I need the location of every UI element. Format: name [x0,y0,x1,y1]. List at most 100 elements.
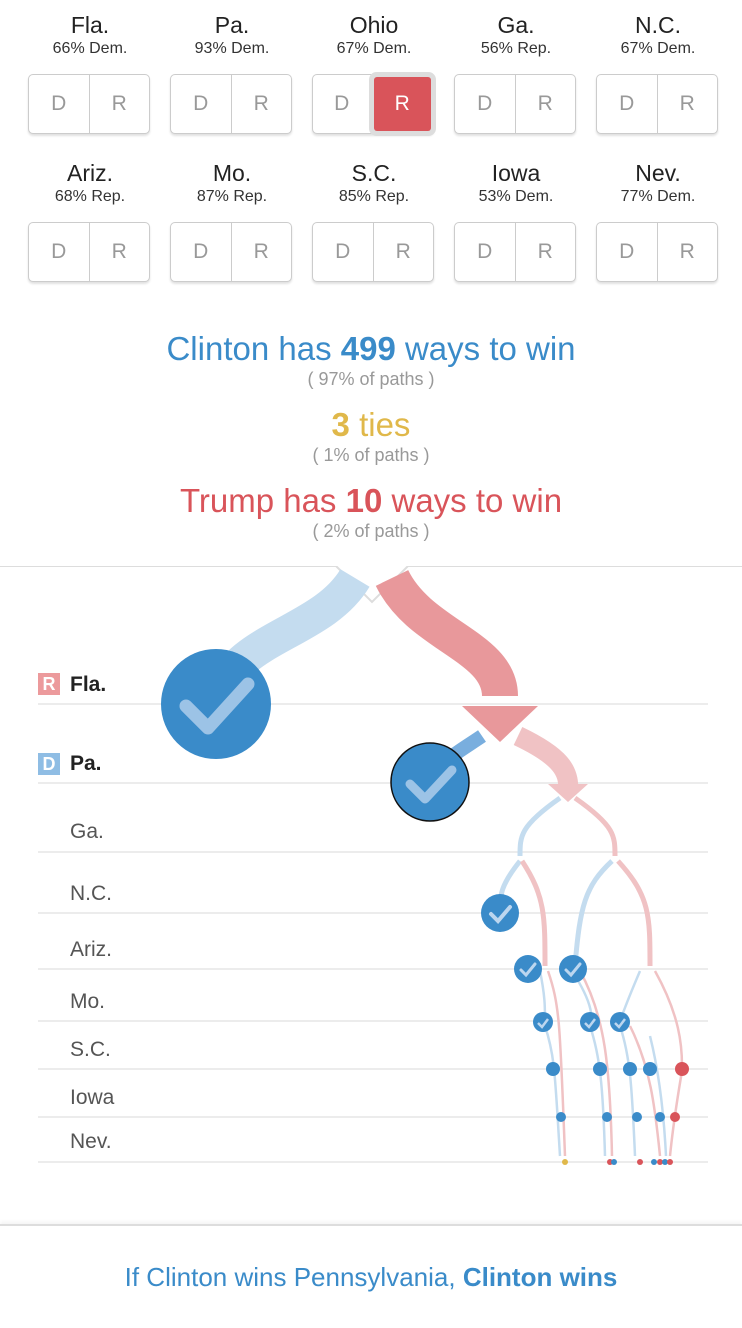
rep-button[interactable]: R [232,223,292,281]
row-label-nev: Nev. [70,1130,112,1153]
checkmark-icon [580,1012,600,1032]
state-name: Ga. [497,12,535,38]
trump-ways-text: Trump has 10 ways to win [0,482,742,520]
clinton-pre: Clinton has [166,330,341,367]
state-name: N.C. [635,12,681,38]
trump-pre: Trump has [179,482,346,519]
rep-button-selected[interactable]: R [373,77,431,131]
state-pct: 93% Dem. [194,40,270,57]
result-post: Clinton wins [462,1262,618,1292]
ties-pct: ( 1% of paths ) [312,445,430,465]
checkmark-icon [546,1062,560,1076]
state-name: Nev. [635,160,681,186]
dr-toggle: D R [312,222,434,282]
checkmark-icon [533,1012,553,1032]
dem-button[interactable]: D [455,75,516,133]
rep-branch-fla [375,569,518,698]
small-checks [481,894,689,1165]
sub-branches [497,795,653,967]
state-pct: 85% Rep. [338,188,410,205]
rep-button[interactable]: R [658,75,718,133]
state-name: Ohio [349,12,399,38]
state-name: Ariz. [67,160,113,186]
dem-button[interactable]: D [455,223,516,281]
result-message: If Clinton wins Pennsylvania, Clinton wi… [0,1262,742,1293]
rep-button[interactable]: R [90,223,150,281]
ties-num: 3 [331,406,350,443]
leaf-branches [538,970,684,1157]
checkmark-icon [675,1062,689,1076]
state-name: Fla. [70,12,110,38]
paths-tree: R Fla. D Pa. Ga. N.C. Ariz. Mo. S.C. Iow… [0,566,742,1226]
state-name: Mo. [212,160,252,186]
ties-post: ties [349,406,411,443]
row-lines [38,703,708,1163]
row-label-mo: Mo. [70,990,106,1013]
state-pct: 68% Rep. [54,188,126,205]
checkmark-icon [481,894,519,932]
row-label-iowa: Iowa [70,1086,115,1109]
state-pct: 67% Dem. [620,40,696,57]
state-pct: 67% Dem. [336,40,412,57]
result-pre: If Clinton wins Pennsylvania, [124,1262,463,1292]
row-label-pa: Pa. [70,752,102,775]
row-label-ariz: Ariz. [70,938,112,961]
clinton-post: ways to win [395,330,576,367]
checkmark-icon [623,1062,637,1076]
dr-toggle: D R [454,222,576,282]
result-footer: If Clinton wins Pennsylvania, Clinton wi… [0,1224,742,1328]
state-ariz: Ariz. 68% Rep. D R [28,160,152,282]
state-sc: S.C. 85% Rep. D R [312,160,436,282]
state-mo: Mo. 87% Rep. D R [170,160,294,282]
state-pa: Pa. 93% Dem. D R [170,12,294,134]
rep-button[interactable]: R [516,75,576,133]
rep-button[interactable]: R [90,75,150,133]
checkmark-icon [610,1012,630,1032]
checkmark-icon [161,649,271,759]
state-ohio: Ohio 67% Dem. D R [312,12,436,134]
state-nev: Nev. 77% Dem. D R [596,160,720,282]
dem-button[interactable]: D [313,223,374,281]
section-divider [0,566,742,604]
checkmark-icon [655,1112,665,1122]
dem-button[interactable]: D [171,223,232,281]
rep-button[interactable]: R [516,223,576,281]
state-pct: 87% Rep. [196,188,268,205]
state-pct: 77% Dem. [620,188,696,205]
state-pct: 53% Dem. [478,188,554,205]
rep-button[interactable]: R [658,223,718,281]
rep-button[interactable]: R [374,223,434,281]
state-fla: Fla. 66% Dem. D R [28,12,152,134]
row-label-sc: S.C. [70,1038,111,1061]
dem-button[interactable]: D [171,75,232,133]
trump-post: ways to win [382,482,563,519]
dem-badge: D [38,753,60,775]
dem-button[interactable]: D [313,75,372,133]
state-ga: Ga. 56% Rep. D R [454,12,578,134]
state-pct: 56% Rep. [480,40,552,57]
row-label-fla: Fla. [70,673,107,696]
dr-toggle: D R [28,222,150,282]
dr-toggle: D R [28,74,150,134]
state-nc: N.C. 67% Dem. D R [596,12,720,134]
state-iowa: Iowa 53% Dem. D R [454,160,578,282]
trump-num: 10 [345,482,383,519]
trump-summary: Trump has 10 ways to win ( 2% of paths ) [0,482,742,542]
state-name: S.C. [351,160,397,186]
dr-toggle: D R [170,74,292,134]
checkmark-icon [390,742,470,822]
dem-button[interactable]: D [29,223,90,281]
rep-badge: R [38,673,60,695]
clinton-pct: ( 97% of paths ) [307,369,435,389]
state-name: Iowa [491,160,541,186]
checkmark-icon [514,955,542,983]
dem-button[interactable]: D [597,223,658,281]
rep-button[interactable]: R [232,75,292,133]
ties-text: 3 ties [0,406,742,444]
clinton-num: 499 [340,330,396,367]
state-name: Pa. [214,12,250,38]
dem-button[interactable]: D [29,75,90,133]
dem-button[interactable]: D [597,75,658,133]
checkmark-icon [643,1062,657,1076]
checkmark-icon [670,1112,680,1122]
